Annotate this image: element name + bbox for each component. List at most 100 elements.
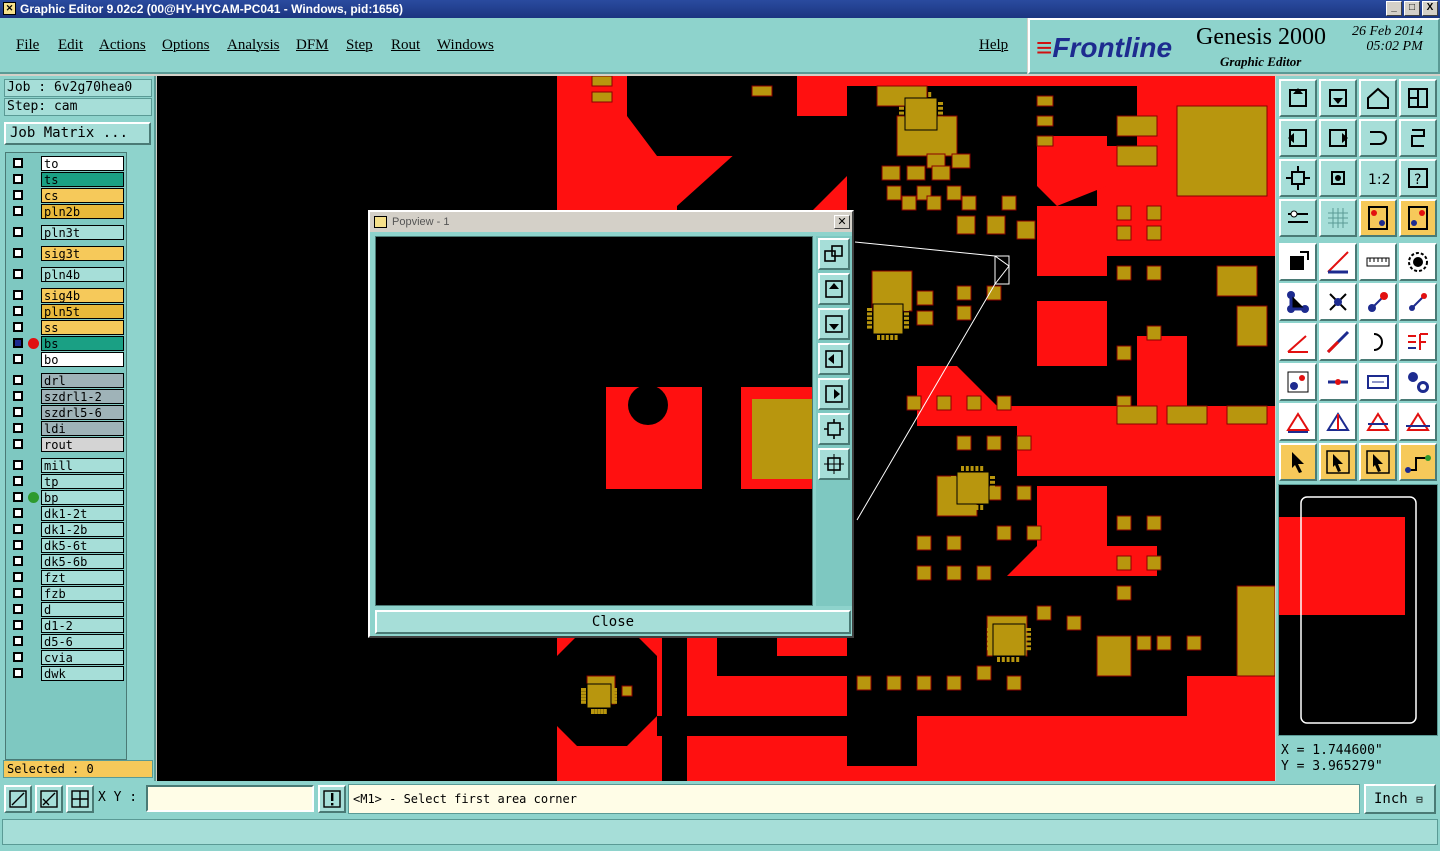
pad-move-icon[interactable] <box>1279 363 1317 401</box>
layer-checkbox[interactable] <box>13 269 23 279</box>
menu-dfm[interactable]: DFM <box>296 37 329 54</box>
popview-pan-up-icon[interactable] <box>818 273 850 305</box>
overview-window[interactable] <box>1278 484 1438 736</box>
layer-checkbox[interactable] <box>13 190 23 200</box>
layer-row-ss[interactable]: ss <box>8 320 126 335</box>
popview-center-icon[interactable] <box>818 448 850 480</box>
menu-step[interactable]: Step <box>346 37 373 54</box>
units-select[interactable]: Inch ⊟ <box>1364 784 1436 814</box>
circle-select-icon[interactable] <box>1399 243 1437 281</box>
alert-icon[interactable] <box>318 785 346 813</box>
xy-input[interactable] <box>146 785 314 812</box>
layer-checkbox[interactable] <box>13 588 23 598</box>
layer-checkbox[interactable] <box>13 206 23 216</box>
layer-checkbox[interactable] <box>13 524 23 534</box>
grid-snap-icon[interactable] <box>66 785 94 813</box>
layer-row-d1-2[interactable]: d1-2 <box>8 618 126 633</box>
layer-checkbox[interactable] <box>13 290 23 300</box>
layer-row-to[interactable]: to <box>8 156 126 171</box>
layer-name[interactable]: szdrl1-2 <box>41 389 124 404</box>
layer-row-sig4b[interactable]: sig4b <box>8 288 126 303</box>
layer-name[interactable]: bo <box>41 352 124 367</box>
layer-checkbox[interactable] <box>13 604 23 614</box>
popview-fit-icon[interactable] <box>818 413 850 445</box>
layer-row-dk5-6b[interactable]: dk5-6b <box>8 554 126 569</box>
diagonal-icon[interactable] <box>1319 323 1357 361</box>
mirror-icon[interactable] <box>1399 119 1437 157</box>
layer-row-fzb[interactable]: fzb <box>8 586 126 601</box>
layer-name[interactable]: dk5-6b <box>41 554 124 569</box>
menu-windows[interactable]: Windows <box>437 37 494 54</box>
close-window-button[interactable]: X <box>1422 1 1438 16</box>
layer-checkbox[interactable] <box>13 620 23 630</box>
layer-row-dk5-6t[interactable]: dk5-6t <box>8 538 126 553</box>
menu-actions[interactable]: Actions <box>99 37 146 54</box>
layer-checkbox[interactable] <box>13 423 23 433</box>
minimize-button[interactable]: _ <box>1386 1 1402 16</box>
popview-pan-down-icon[interactable] <box>818 308 850 340</box>
layer-row-ldi[interactable]: ldi <box>8 421 126 436</box>
layer-checkbox[interactable] <box>13 540 23 550</box>
layer-checkbox[interactable] <box>13 306 23 316</box>
menu-help[interactable]: Help <box>979 37 1008 54</box>
popview-close-button[interactable]: Close <box>375 610 851 634</box>
select-pad-icon[interactable] <box>1279 243 1317 281</box>
layer-row-dk1-2b[interactable]: dk1-2b <box>8 522 126 537</box>
grid-icon[interactable] <box>1319 199 1357 237</box>
layer-row-cvia[interactable]: cvia <box>8 650 126 665</box>
triangle-up-icon[interactable] <box>1319 403 1357 441</box>
layer-name[interactable]: pln4b <box>41 267 124 282</box>
layer-checkbox[interactable] <box>13 492 23 502</box>
layer-row-sig3t[interactable]: sig3t <box>8 246 126 261</box>
layer-row-mill[interactable]: mill <box>8 458 126 473</box>
pan-left-icon[interactable] <box>1279 119 1317 157</box>
layer-name[interactable]: dk1-2b <box>41 522 124 537</box>
one-to-one-icon[interactable]: 1:2 <box>1359 159 1397 197</box>
layer-name[interactable]: fzt <box>41 570 124 585</box>
triangle-icon[interactable] <box>1279 403 1317 441</box>
layer-checkbox[interactable] <box>13 354 23 364</box>
help-icon[interactable]: ? <box>1399 159 1437 197</box>
snap-alt-icon[interactable] <box>1399 199 1437 237</box>
pointer-box-icon[interactable] <box>1319 443 1357 481</box>
minus-icon[interactable] <box>1319 363 1357 401</box>
menu-options[interactable]: Options <box>162 37 210 54</box>
pointer-icon[interactable] <box>1279 443 1317 481</box>
clusters-icon[interactable] <box>1399 363 1437 401</box>
layer-name[interactable]: ts <box>41 172 124 187</box>
connect-icon[interactable] <box>1279 283 1317 321</box>
layer-row-fzt[interactable]: fzt <box>8 570 126 585</box>
window-icon[interactable] <box>1399 79 1437 117</box>
fit-icon[interactable] <box>1279 159 1317 197</box>
rotate-icon[interactable] <box>1359 119 1397 157</box>
layer-name[interactable]: drl <box>41 373 124 388</box>
snap-diagonal-icon[interactable] <box>35 785 63 813</box>
layer-checkbox[interactable] <box>13 338 23 348</box>
menu-edit[interactable]: Edit <box>58 37 83 54</box>
zoom-out-icon[interactable] <box>1319 79 1357 117</box>
cross-icon[interactable] <box>1319 283 1357 321</box>
layer-name[interactable]: rout <box>41 437 124 452</box>
layer-checkbox[interactable] <box>13 668 23 678</box>
zoom-area-icon[interactable] <box>4 785 32 813</box>
layer-checkbox[interactable] <box>13 407 23 417</box>
arc-icon[interactable] <box>1359 323 1397 361</box>
measure-icon[interactable] <box>1279 199 1317 237</box>
layer-name[interactable]: bs <box>41 336 124 351</box>
snap-icon[interactable] <box>1359 199 1397 237</box>
layer-name[interactable]: d <box>41 602 124 617</box>
layer-name[interactable]: d1-2 <box>41 618 124 633</box>
ruler-icon[interactable] <box>1359 243 1397 281</box>
menu-file[interactable]: File <box>16 37 39 54</box>
layer-row-szdrl1-2[interactable]: szdrl1-2 <box>8 389 126 404</box>
layer-row-bo[interactable]: bo <box>8 352 126 367</box>
slope-icon[interactable] <box>1279 323 1317 361</box>
layer-row-tp[interactable]: tp <box>8 474 126 489</box>
layer-name[interactable]: bp <box>41 490 124 505</box>
layer-name[interactable]: sig3t <box>41 246 124 261</box>
layer-name[interactable]: pln3t <box>41 225 124 240</box>
zoom-home-icon[interactable] <box>1279 79 1317 117</box>
layer-row-cs[interactable]: cs <box>8 188 126 203</box>
layer-name[interactable]: mill <box>41 458 124 473</box>
menu-analysis[interactable]: Analysis <box>227 37 280 54</box>
